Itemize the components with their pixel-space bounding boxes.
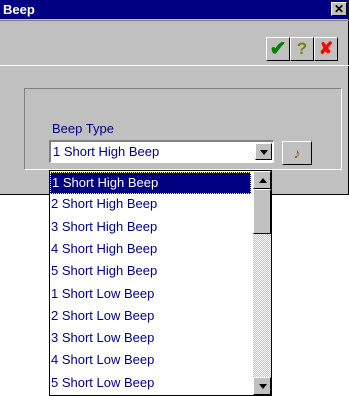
scroll-up-button[interactable]	[253, 171, 271, 189]
list-item[interactable]: 3 Short Low Beep	[50, 328, 251, 350]
chevron-down-icon	[260, 150, 268, 155]
dropdown-button[interactable]	[255, 143, 272, 160]
close-icon: ✕	[333, 2, 345, 16]
scrollbar[interactable]	[253, 171, 271, 395]
list-item[interactable]: 1 Short Low Beep	[50, 284, 251, 306]
play-beep-button[interactable]: ♪	[282, 141, 312, 165]
list-item[interactable]: 5 Short High Beep	[50, 261, 251, 283]
beep-type-combobox[interactable]: 1 Short High Beep	[49, 140, 274, 163]
title-bar[interactable]: Beep ✕	[0, 0, 349, 19]
beep-type-label: Beep Type	[52, 121, 114, 136]
list-item[interactable]: 5 Short Low Beep	[50, 373, 251, 395]
scroll-down-button[interactable]	[253, 377, 271, 395]
list-item[interactable]: 2 Short High Beep	[50, 194, 251, 216]
scroll-thumb[interactable]	[253, 189, 271, 234]
arrow-down-icon	[259, 384, 267, 389]
beep-type-dropdown-list[interactable]: 1 Short High Beep 2 Short High Beep 3 Shor…	[49, 170, 272, 396]
ok-button[interactable]: ✔	[266, 37, 290, 61]
list-item[interactable]: 3 Short High Beep	[50, 217, 251, 239]
question-mark-icon: ?	[296, 39, 308, 58]
window-title: Beep	[3, 2, 35, 17]
speaker-play-icon: ♪	[293, 145, 301, 161]
toolbar: ✔ ? ✘	[0, 20, 349, 66]
list-item[interactable]: 2 Short Low Beep	[50, 306, 251, 328]
list-item[interactable]: 1 Short High Beep	[50, 172, 251, 194]
list-item[interactable]: 4 Short High Beep	[50, 239, 251, 261]
beep-type-value: 1 Short High Beep	[53, 144, 160, 159]
cancel-button[interactable]: ✘	[314, 37, 338, 61]
arrow-up-icon	[259, 178, 267, 183]
list-item[interactable]: 4 Short Low Beep	[50, 350, 251, 372]
beep-dialog: Beep ✕ ✔ ? ✘	[0, 0, 349, 195]
x-icon: ✘	[318, 39, 334, 58]
checkmark-icon: ✔	[269, 38, 287, 60]
close-button[interactable]: ✕	[331, 2, 347, 16]
help-button[interactable]: ?	[290, 37, 314, 61]
